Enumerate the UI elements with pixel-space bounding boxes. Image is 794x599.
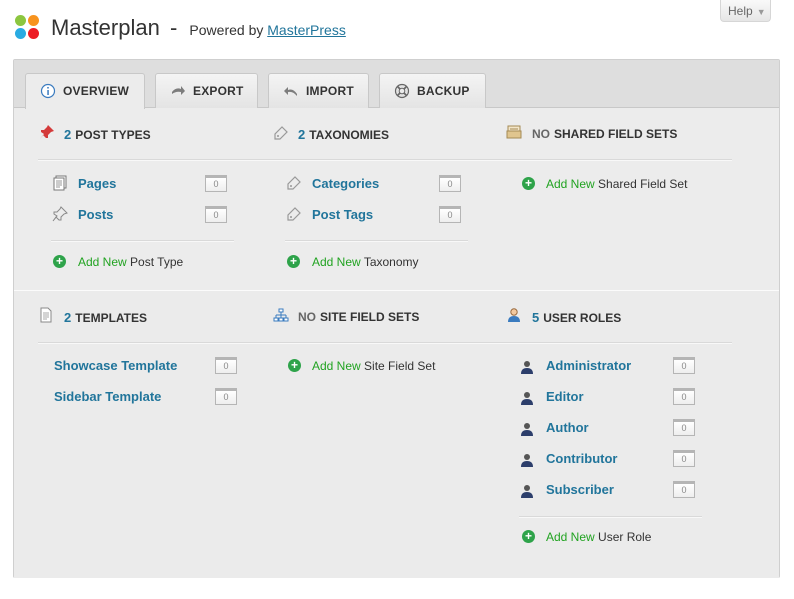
- role-contributor-link[interactable]: Contributor: [546, 451, 617, 466]
- page-title: Masterplan - Powered by MasterPress: [51, 15, 346, 40]
- taxonomy-categories-link[interactable]: Categories: [312, 176, 379, 191]
- count-badge: 0: [439, 206, 461, 223]
- add-icon: +: [53, 255, 66, 268]
- role-subscriber-link[interactable]: Subscriber: [546, 482, 614, 497]
- taxonomy-post-tags-link[interactable]: Post Tags: [312, 207, 373, 222]
- count-badge: 0: [673, 388, 695, 405]
- template-showcase-link[interactable]: Showcase Template: [54, 358, 177, 373]
- count-badge: 0: [439, 175, 461, 192]
- tab-bar: OVERVIEW EXPORT IMPORT BACKUP: [14, 60, 779, 109]
- user-icon: [521, 423, 533, 436]
- help-button[interactable]: Help ▼: [720, 0, 771, 22]
- user-roles-heading: 5 USER ROLES: [532, 310, 622, 325]
- chevron-down-icon: ▼: [756, 7, 766, 17]
- role-administrator-link[interactable]: Administrator: [546, 358, 631, 373]
- add-shared-field-set-link[interactable]: Add New Shared Field Set: [546, 177, 687, 191]
- tab-backup[interactable]: BACKUP: [379, 73, 486, 108]
- count-badge: 0: [215, 388, 237, 405]
- user-icon: [521, 392, 533, 405]
- add-taxonomy-link[interactable]: Add New Taxonomy: [312, 255, 419, 269]
- templates-heading: 2 TEMPLATES: [64, 310, 148, 325]
- pages-icon: [53, 175, 67, 191]
- count-badge: 0: [673, 450, 695, 467]
- tag-icon: [287, 207, 301, 221]
- masterplan-logo: [14, 15, 40, 41]
- divider: [38, 342, 732, 344]
- sitemap-icon: [273, 308, 289, 322]
- tag-icon: [274, 126, 288, 140]
- content-types-section: 2 POST TYPES Pages 0 Posts 0 + Add New Po…: [14, 108, 779, 289]
- taxonomies-heading: 2 TAXONOMIES: [298, 127, 390, 142]
- powered-by: Powered by MasterPress: [189, 22, 346, 38]
- user-roles-icon: [508, 308, 520, 322]
- user-icon: [521, 485, 533, 498]
- pushpin-icon: [40, 125, 54, 139]
- divider: [519, 516, 702, 518]
- site-field-sets-heading: NO SITE FIELD SETS: [298, 310, 420, 324]
- user-icon: [521, 454, 533, 467]
- user-icon: [521, 361, 533, 374]
- tab-export[interactable]: EXPORT: [155, 73, 258, 108]
- count-badge: 0: [215, 357, 237, 374]
- add-icon: +: [287, 255, 300, 268]
- add-icon: +: [522, 530, 535, 543]
- post-types-heading: 2 POST TYPES: [64, 127, 151, 142]
- tag-icon: [287, 176, 301, 190]
- role-author-link[interactable]: Author: [546, 420, 589, 435]
- template-sidebar-link[interactable]: Sidebar Template: [54, 389, 161, 404]
- divider: [38, 159, 732, 161]
- masterpress-link[interactable]: MasterPress: [267, 22, 346, 38]
- add-post-type-link[interactable]: Add New Post Type: [78, 255, 183, 269]
- post-type-pages-link[interactable]: Pages: [78, 176, 116, 191]
- count-badge: 0: [673, 357, 695, 374]
- shared-field-sets-heading: NO SHARED FIELD SETS: [532, 127, 678, 141]
- post-type-posts-link[interactable]: Posts: [78, 207, 113, 222]
- divider: [51, 240, 234, 242]
- count-badge: 0: [205, 206, 227, 223]
- export-arrow-icon: [172, 86, 185, 95]
- add-icon: +: [288, 359, 301, 372]
- count-badge: 0: [673, 481, 695, 498]
- role-editor-link[interactable]: Editor: [546, 389, 584, 404]
- shared-field-sets-icon: [506, 125, 522, 139]
- info-icon: [40, 83, 56, 99]
- add-site-field-set-link[interactable]: Add New Site Field Set: [312, 359, 435, 373]
- tab-import[interactable]: IMPORT: [268, 73, 369, 108]
- lifebuoy-icon: [394, 83, 410, 99]
- overview-panel: OVERVIEW EXPORT IMPORT BACKUP 2 POST TYP…: [13, 59, 780, 578]
- template-document-icon: [40, 307, 52, 323]
- pushpin-icon: [52, 206, 68, 222]
- import-arrow-icon: [284, 87, 297, 96]
- tab-overview[interactable]: OVERVIEW: [25, 73, 145, 109]
- count-badge: 0: [673, 419, 695, 436]
- add-user-role-link[interactable]: Add New User Role: [546, 530, 651, 544]
- count-badge: 0: [205, 175, 227, 192]
- divider: [285, 240, 468, 242]
- templates-roles-section: 2 TEMPLATES Showcase Template 0 Sidebar T…: [14, 290, 779, 578]
- add-icon: +: [522, 177, 535, 190]
- app-title: Masterplan: [51, 15, 160, 40]
